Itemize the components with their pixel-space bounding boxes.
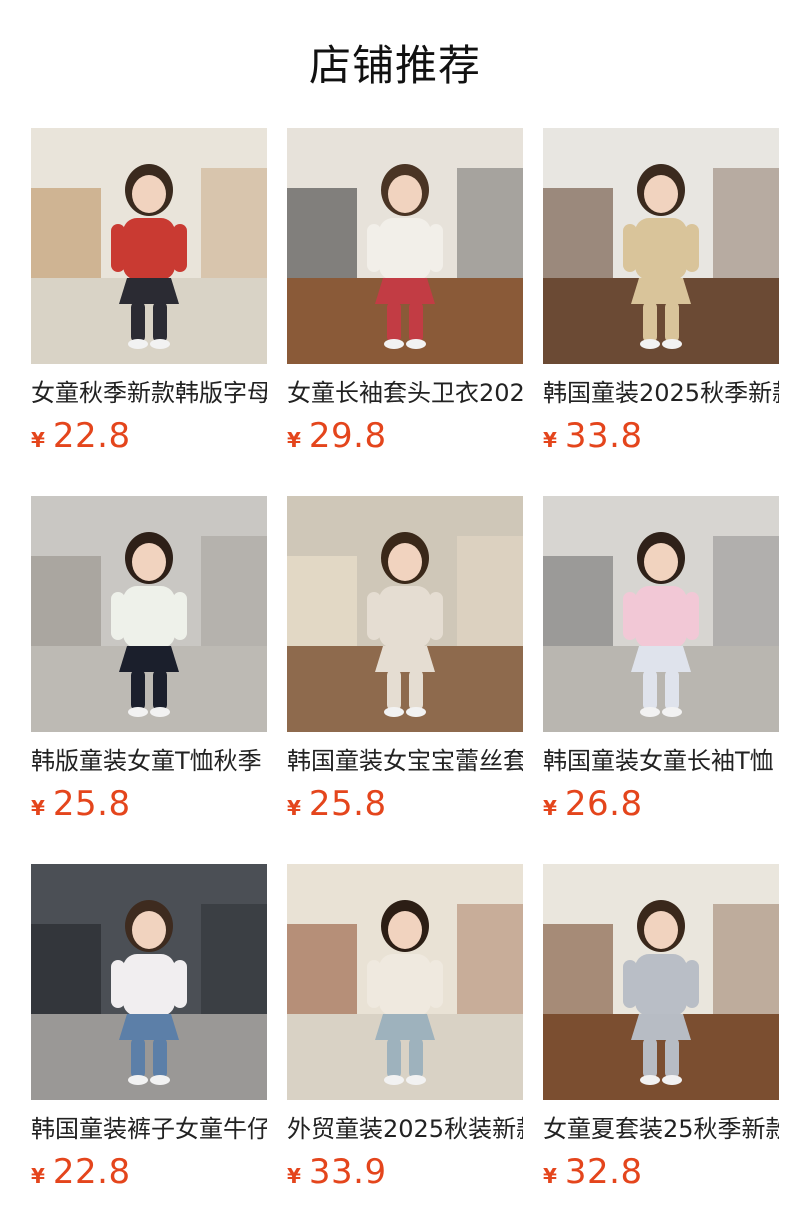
recommend-page: 店铺推荐 女童秋季新款韩版字母 ¥ 22.8 女童长袖套头卫衣2025 ¥ 29… bbox=[0, 0, 790, 1232]
currency-symbol: ¥ bbox=[543, 796, 557, 820]
product-price: ¥ 26.8 bbox=[543, 784, 779, 828]
currency-symbol: ¥ bbox=[287, 1164, 301, 1188]
product-price: ¥ 33.8 bbox=[543, 416, 779, 460]
currency-symbol: ¥ bbox=[543, 1164, 557, 1188]
product-price: ¥ 29.8 bbox=[287, 416, 523, 460]
price-amount: 22.8 bbox=[52, 416, 131, 456]
price-amount: 33.9 bbox=[308, 1152, 387, 1192]
product-name[interactable]: 女童秋季新款韩版字母 bbox=[31, 376, 267, 410]
product-card[interactable]: 韩版童装女童T恤秋季 ¥ 25.8 bbox=[31, 496, 267, 864]
product-card[interactable]: 韩国童装2025秋季新款 ¥ 33.8 bbox=[543, 128, 779, 496]
product-image[interactable] bbox=[31, 128, 267, 364]
price-amount: 25.8 bbox=[308, 784, 387, 824]
product-price: ¥ 22.8 bbox=[31, 1152, 267, 1196]
currency-symbol: ¥ bbox=[31, 1164, 45, 1188]
product-name[interactable]: 韩国童装女童长袖T恤 bbox=[543, 744, 779, 778]
currency-symbol: ¥ bbox=[31, 796, 45, 820]
product-image[interactable] bbox=[543, 864, 779, 1100]
product-name[interactable]: 女童长袖套头卫衣2025 bbox=[287, 376, 523, 410]
product-image[interactable] bbox=[543, 496, 779, 732]
product-image[interactable] bbox=[287, 128, 523, 364]
price-amount: 33.8 bbox=[564, 416, 643, 456]
product-image[interactable] bbox=[287, 864, 523, 1100]
price-amount: 32.8 bbox=[564, 1152, 643, 1192]
product-card[interactable]: 女童夏套装25秋季新款 ¥ 32.8 bbox=[543, 864, 779, 1232]
product-price: ¥ 22.8 bbox=[31, 416, 267, 460]
product-name[interactable]: 韩国童装女宝宝蕾丝套装 bbox=[287, 744, 523, 778]
product-name[interactable]: 韩国童装裤子女童牛仔 bbox=[31, 1112, 267, 1146]
product-image[interactable] bbox=[287, 496, 523, 732]
product-name[interactable]: 女童夏套装25秋季新款 bbox=[543, 1112, 779, 1146]
product-price: ¥ 33.9 bbox=[287, 1152, 523, 1196]
price-amount: 29.8 bbox=[308, 416, 387, 456]
currency-symbol: ¥ bbox=[287, 428, 301, 452]
currency-symbol: ¥ bbox=[287, 796, 301, 820]
product-card[interactable]: 女童秋季新款韩版字母 ¥ 22.8 bbox=[31, 128, 267, 496]
currency-symbol: ¥ bbox=[31, 428, 45, 452]
product-name[interactable]: 韩版童装女童T恤秋季 bbox=[31, 744, 267, 778]
product-card[interactable]: 韩国童装裤子女童牛仔 ¥ 22.8 bbox=[31, 864, 267, 1232]
product-name[interactable]: 外贸童装2025秋装新款 bbox=[287, 1112, 523, 1146]
product-name[interactable]: 韩国童装2025秋季新款 bbox=[543, 376, 779, 410]
product-price: ¥ 25.8 bbox=[31, 784, 267, 828]
product-image[interactable] bbox=[31, 496, 267, 732]
product-price: ¥ 25.8 bbox=[287, 784, 523, 828]
currency-symbol: ¥ bbox=[543, 428, 557, 452]
product-image[interactable] bbox=[31, 864, 267, 1100]
product-grid: 女童秋季新款韩版字母 ¥ 22.8 女童长袖套头卫衣2025 ¥ 29.8 韩国… bbox=[31, 128, 779, 1232]
product-card[interactable]: 外贸童装2025秋装新款 ¥ 33.9 bbox=[287, 864, 523, 1232]
product-image[interactable] bbox=[543, 128, 779, 364]
price-amount: 25.8 bbox=[52, 784, 131, 824]
price-amount: 22.8 bbox=[52, 1152, 131, 1192]
product-card[interactable]: 女童长袖套头卫衣2025 ¥ 29.8 bbox=[287, 128, 523, 496]
section-title: 店铺推荐 bbox=[308, 41, 481, 90]
product-card[interactable]: 韩国童装女童长袖T恤 ¥ 26.8 bbox=[543, 496, 779, 864]
product-price: ¥ 32.8 bbox=[543, 1152, 779, 1196]
price-amount: 26.8 bbox=[564, 784, 643, 824]
product-card[interactable]: 韩国童装女宝宝蕾丝套装 ¥ 25.8 bbox=[287, 496, 523, 864]
